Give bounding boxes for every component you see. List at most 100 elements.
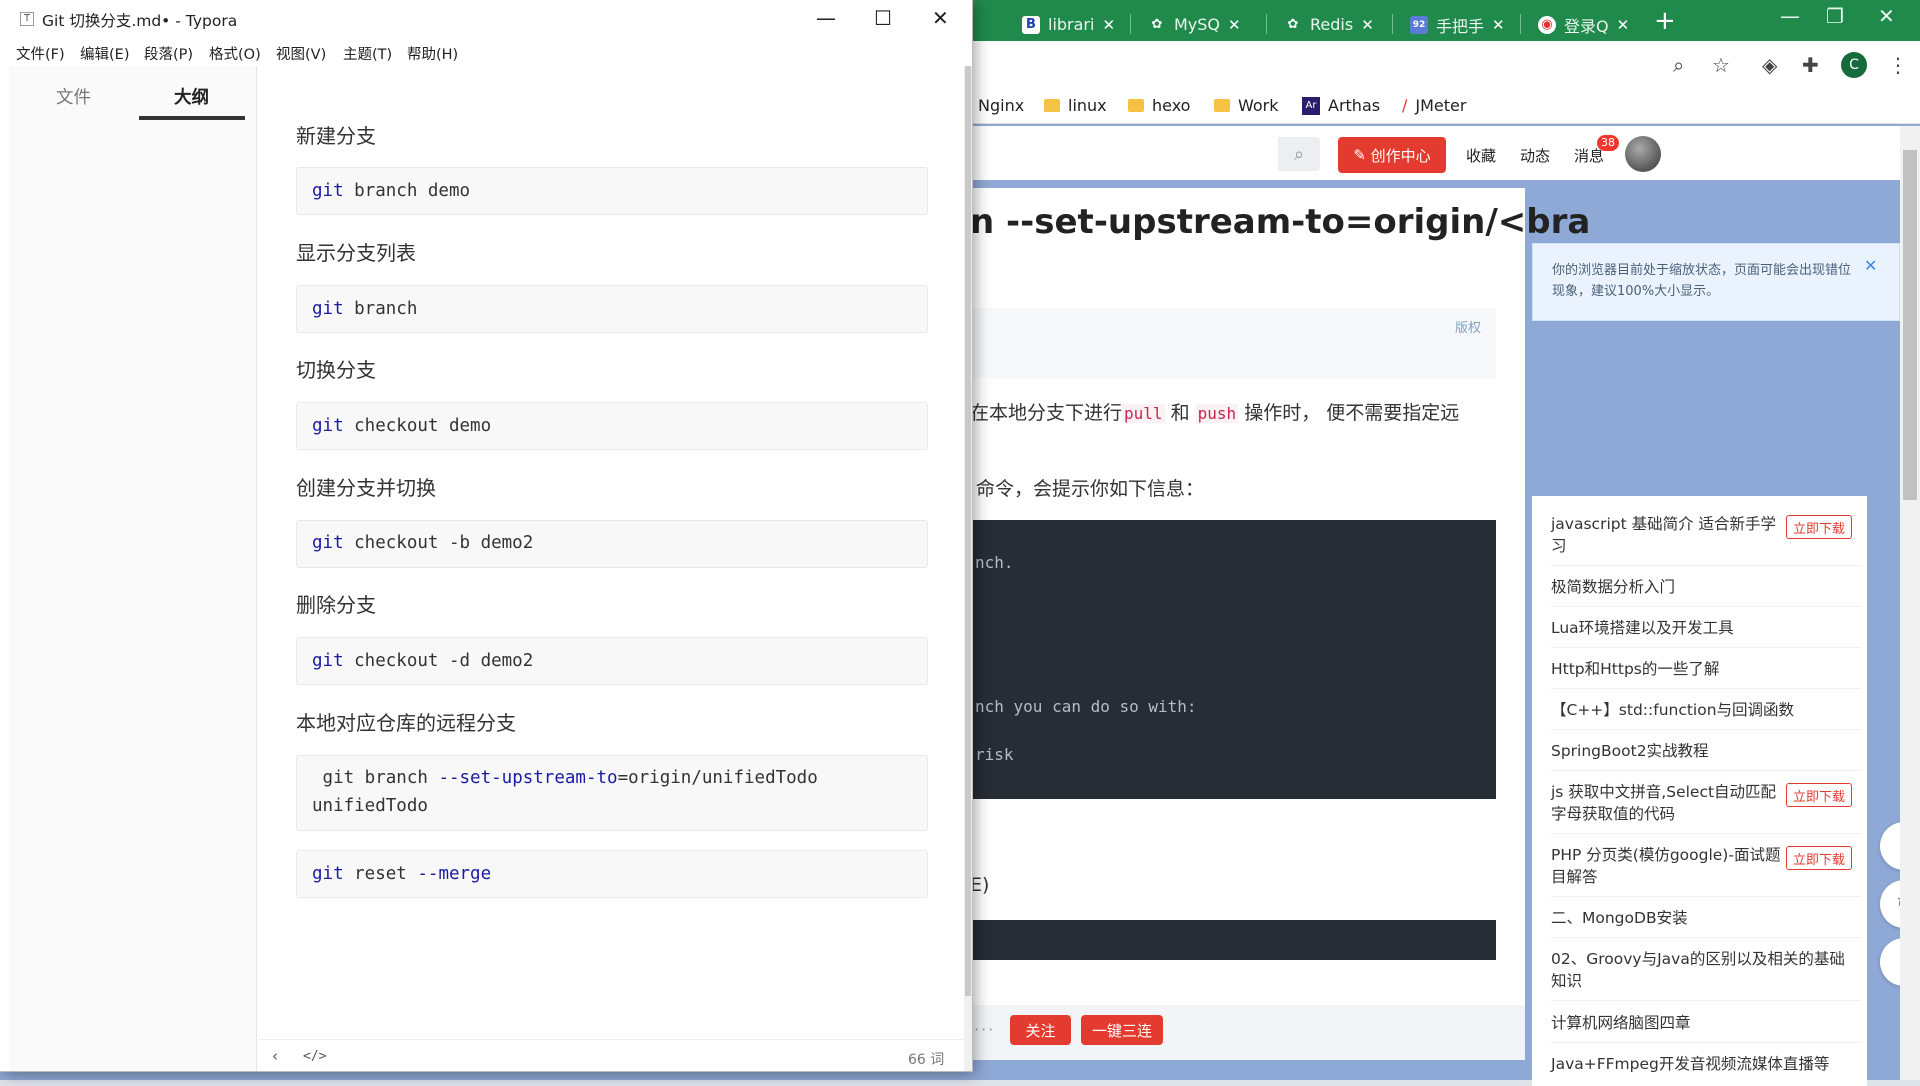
follow-button[interactable]: 关注 bbox=[1010, 1015, 1071, 1045]
heading[interactable]: 切换分支 bbox=[296, 354, 376, 383]
menu-view[interactable]: 视图(V) bbox=[276, 43, 326, 64]
maximize-icon[interactable]: ☐ bbox=[874, 6, 892, 30]
close-icon[interactable]: ✕ bbox=[1864, 256, 1877, 275]
browser-tab[interactable]: B librari ✕ bbox=[1012, 8, 1125, 41]
bookmark-item[interactable]: Nginx bbox=[978, 96, 1024, 115]
menu-format[interactable]: 格式(O) bbox=[209, 43, 261, 64]
list-item[interactable]: PHP 分页类(模仿google)-面试题目解答 bbox=[1551, 844, 1781, 888]
code-block-dark bbox=[970, 920, 1496, 960]
list-item[interactable]: 极简数据分析入门 bbox=[1551, 576, 1781, 598]
source-code-icon[interactable]: </> bbox=[303, 1049, 326, 1064]
new-tab-button[interactable]: + bbox=[1654, 6, 1676, 36]
folder-icon bbox=[1044, 99, 1060, 112]
menu-paragraph[interactable]: 段落(P) bbox=[144, 43, 193, 64]
heading[interactable]: 删除分支 bbox=[296, 589, 376, 618]
triple-action-button[interactable]: 一键三连 bbox=[1081, 1015, 1163, 1045]
code-block-dark bbox=[970, 520, 1496, 799]
close-icon[interactable]: ✕ bbox=[1492, 16, 1505, 34]
list-item[interactable]: Lua环境搭建以及开发工具 bbox=[1551, 617, 1851, 639]
menu-theme[interactable]: 主题(T) bbox=[343, 43, 392, 64]
more-menu-icon[interactable]: ⋮ bbox=[1888, 53, 1908, 77]
create-center-button[interactable]: ✎ 创作中心 bbox=[1338, 137, 1446, 173]
tab-label: MySQ bbox=[1174, 15, 1221, 34]
redis-icon: ✿ bbox=[1287, 17, 1299, 32]
code-line[interactable]: git checkout -d demo2 bbox=[312, 647, 533, 675]
list-item[interactable]: js 获取中文拼音,Select自动匹配字母获取值的代码 bbox=[1551, 781, 1781, 825]
close-icon[interactable]: ✕ bbox=[932, 6, 949, 30]
more-icon[interactable]: ··· bbox=[974, 1020, 995, 1039]
pen-icon: ✎ bbox=[1353, 146, 1366, 164]
code-line[interactable]: git checkout -b demo2 bbox=[312, 529, 533, 557]
close-icon[interactable]: ✕ bbox=[1228, 16, 1241, 34]
arthas-icon: Ar bbox=[1302, 96, 1320, 115]
article-paragraph: E) bbox=[970, 874, 990, 896]
list-item[interactable]: Http和Https的一些了解 bbox=[1551, 658, 1851, 680]
puzzle-icon[interactable]: ✚ bbox=[1802, 53, 1819, 77]
zoom-icon[interactable]: ⌕ bbox=[1673, 53, 1684, 77]
code-line[interactable]: unifiedTodo bbox=[312, 792, 428, 820]
menu-file[interactable]: 文件(F) bbox=[16, 43, 65, 64]
list-item[interactable]: SpringBoot2实战教程 bbox=[1551, 740, 1851, 762]
download-button[interactable]: 立即下载 bbox=[1786, 783, 1852, 807]
tab-label: Redis bbox=[1310, 15, 1354, 34]
download-button[interactable]: 立即下载 bbox=[1786, 515, 1852, 539]
bookmark-item[interactable]: Ar Arthas bbox=[1302, 96, 1380, 115]
list-item[interactable]: 【C++】std::function与回调函数 bbox=[1551, 699, 1851, 721]
browser-tab[interactable]: ✿ MySQ ✕ bbox=[1138, 8, 1251, 41]
list-item[interactable]: Java+FFmpeg开发音视频流媒体直播等 bbox=[1551, 1053, 1851, 1075]
menu-help[interactable]: 帮助(H) bbox=[407, 43, 458, 64]
nav-favorites[interactable]: 收藏 bbox=[1466, 145, 1496, 166]
code-line: nch. bbox=[975, 553, 1014, 572]
heading[interactable]: 新建分支 bbox=[296, 120, 376, 149]
code-line[interactable]: git branch --set-upstream-to=origin/unif… bbox=[312, 764, 818, 792]
list-item[interactable]: 02、Groovy与Java的区别以及相关的基础知识 bbox=[1551, 948, 1851, 992]
list-item[interactable]: 二、MongoDB安装 bbox=[1551, 907, 1851, 929]
close-icon[interactable]: ✕ bbox=[1617, 16, 1630, 34]
typora-icon: T bbox=[20, 12, 34, 26]
tab-label: 登录Q bbox=[1564, 16, 1609, 36]
avatar[interactable] bbox=[1625, 136, 1661, 172]
close-window-icon[interactable]: ✕ bbox=[1878, 4, 1895, 28]
heading[interactable]: 本地对应仓库的远程分支 bbox=[296, 707, 516, 736]
status-bar bbox=[258, 1039, 964, 1071]
page-scrollbar-thumb[interactable] bbox=[1903, 150, 1917, 500]
zoom-warning-text: 你的浏览器目前处于缩放状态，页面可能会出现错位现象，建议100%大小显示。 bbox=[1552, 263, 1852, 299]
menu-edit[interactable]: 编辑(E) bbox=[80, 43, 129, 64]
baidu-icon: B bbox=[1022, 15, 1040, 34]
bookmark-item[interactable]: ∕ JMeter bbox=[1402, 96, 1466, 115]
list-item[interactable]: 计算机网络脑图四章 bbox=[1551, 1012, 1851, 1034]
nav-activity[interactable]: 动态 bbox=[1520, 145, 1550, 166]
article-title: n --set-upstream-to=origin/<bra bbox=[970, 202, 1591, 242]
minimize-icon[interactable]: — bbox=[1780, 4, 1800, 28]
bookmark-item[interactable]: Work bbox=[1214, 96, 1279, 115]
restore-icon[interactable]: ❐ bbox=[1826, 4, 1844, 28]
tab-outline[interactable]: 大纲 bbox=[174, 84, 209, 109]
code-line[interactable]: git branch demo bbox=[312, 177, 470, 205]
window-title: Git 切换分支.md• - Typora bbox=[42, 12, 238, 30]
bookmark-item[interactable]: linux bbox=[1044, 96, 1107, 115]
editor-scrollbar-thumb[interactable] bbox=[965, 66, 971, 996]
star-icon[interactable]: ☆ bbox=[1712, 53, 1730, 77]
tab-files[interactable]: 文件 bbox=[56, 84, 91, 109]
list-item[interactable]: javascript 基础简介 适合新手学习 bbox=[1551, 513, 1781, 557]
browser-tab[interactable]: ✿ Redis ✕ bbox=[1274, 8, 1384, 41]
word-count[interactable]: 66 词 bbox=[908, 1049, 944, 1069]
bookmark-item[interactable]: hexo bbox=[1128, 96, 1190, 115]
code-line[interactable]: git reset --merge bbox=[312, 860, 491, 888]
close-icon[interactable]: ✕ bbox=[1102, 16, 1115, 34]
extension-icon[interactable]: ◈ bbox=[1762, 53, 1777, 77]
browser-tab[interactable]: ◉ 登录Q ✕ bbox=[1528, 8, 1639, 41]
code-line[interactable]: git branch bbox=[312, 295, 417, 323]
minimize-icon[interactable]: — bbox=[816, 6, 836, 30]
copyright-link[interactable]: 版权 bbox=[1455, 317, 1481, 336]
profile-avatar[interactable]: C bbox=[1841, 52, 1867, 78]
chevron-left-icon[interactable]: ‹ bbox=[272, 1047, 278, 1065]
code-line[interactable]: git checkout demo bbox=[312, 412, 491, 440]
download-button[interactable]: 立即下载 bbox=[1786, 846, 1852, 870]
search-icon[interactable]: ⌕ bbox=[1278, 137, 1320, 171]
heading[interactable]: 显示分支列表 bbox=[296, 237, 416, 266]
browser-tab[interactable]: 92 手把手 ✕ bbox=[1400, 8, 1515, 41]
article-paragraph: 在本地分支下进行 pull 和 push 操作时， 便不需要指定远 bbox=[970, 402, 1460, 424]
close-icon[interactable]: ✕ bbox=[1361, 16, 1374, 34]
heading[interactable]: 创建分支并切换 bbox=[296, 472, 436, 501]
